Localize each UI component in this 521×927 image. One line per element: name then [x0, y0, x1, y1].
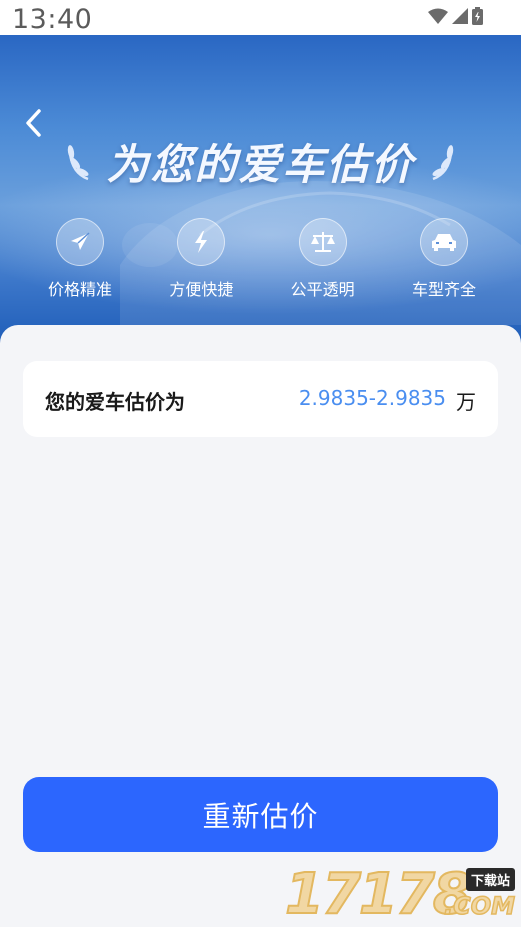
valuation-label: 您的爱车估价为 — [45, 390, 185, 414]
feature-label: 公平透明 — [290, 280, 355, 299]
wifi-icon — [428, 8, 448, 24]
signal-icon — [452, 8, 468, 24]
hero-title-row: 为您的爱车估价 — [0, 131, 521, 192]
status-icons — [428, 7, 483, 25]
battery-icon — [472, 7, 483, 25]
laurel-right-icon — [432, 144, 453, 180]
paper-plane-icon — [56, 218, 104, 266]
feature-item-fair: 公平透明 — [265, 218, 381, 300]
laurel-left-icon — [68, 144, 89, 180]
feature-label: 价格精准 — [47, 280, 112, 299]
page-title: 为您的爱车估价 — [106, 140, 415, 189]
feature-label: 车型齐全 — [411, 280, 476, 299]
status-bar: 13:40 — [0, 0, 521, 35]
feature-list: 价格精准 方便快捷 公平透明 车型齐全 — [22, 218, 502, 300]
feature-label: 方便快捷 — [169, 280, 234, 299]
content-sheet: 您的爱车估价为 2.9835-2.9835 万 重新估价 — [0, 325, 521, 926]
status-time: 13:40 — [12, 4, 93, 35]
valuation-value: 2.9835-2.9835 — [298, 386, 446, 410]
watermark-domain: .COM — [443, 891, 516, 921]
feature-item-accurate: 价格精准 — [22, 218, 138, 300]
watermark-badge: 下载站 — [465, 868, 515, 891]
site-watermark: 17178 下载站 .COM — [284, 862, 516, 927]
revaluate-button[interactable]: 重新估价 — [23, 777, 498, 852]
feature-item-fast: 方便快捷 — [143, 218, 259, 300]
car-icon — [419, 218, 468, 266]
valuation-unit: 万 — [456, 390, 476, 414]
watermark-number: 17178 — [284, 862, 473, 927]
lightning-icon — [177, 218, 226, 266]
feature-item-models: 车型齐全 — [386, 218, 502, 300]
hero-header: 为您的爱车估价 价格精准 方便快捷 公平透明 车型齐全 — [0, 35, 521, 345]
valuation-result-card: 您的爱车估价为 2.9835-2.9835 万 — [23, 361, 498, 437]
scale-icon — [298, 218, 347, 266]
